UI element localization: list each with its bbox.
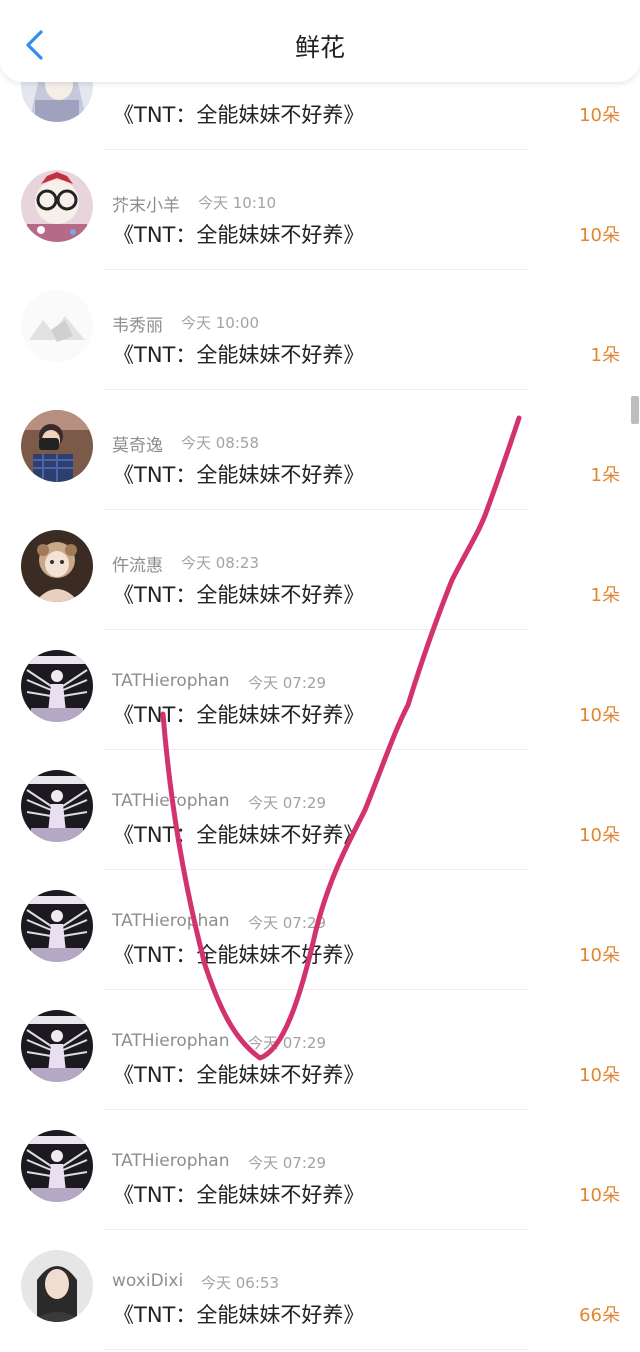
timestamp: 今天 10:10 <box>198 194 276 212</box>
timestamp: 今天 08:23 <box>181 554 259 572</box>
timestamp: 今天 07:29 <box>248 674 326 692</box>
flower-count: 10朵 <box>579 705 620 726</box>
avatar[interactable] <box>21 170 93 242</box>
timestamp: 今天 08:58 <box>181 434 259 452</box>
book-title: 《TNT：全能妹妹不好养》 <box>113 703 365 727</box>
divider <box>104 1349 528 1350</box>
avatar[interactable] <box>21 650 93 722</box>
book-title: 《TNT：全能妹妹不好养》 <box>113 223 365 247</box>
avatar[interactable] <box>21 1250 93 1322</box>
list-item[interactable]: TATHierophan 今天 07:29 《TNT：全能妹妹不好养》 10朵 <box>0 878 640 998</box>
page-title: 鲜花 <box>294 33 345 62</box>
avatar[interactable] <box>21 890 93 962</box>
timestamp: 今天 07:29 <box>248 914 326 932</box>
divider <box>104 989 528 990</box>
list-item[interactable]: TATHierophan 今天 07:29 《TNT：全能妹妹不好养》 10朵 <box>0 998 640 1118</box>
flower-count: 10朵 <box>579 825 620 846</box>
gift-record-list[interactable]: 《TNT：全能妹妹不好养》 10朵 芥末小羊 今天 10:10 《TNT：全能妹妹不好养… <box>0 38 640 1352</box>
top-bar: 鲜花 <box>0 0 640 82</box>
book-title: 《TNT：全能妹妹不好养》 <box>113 1303 365 1327</box>
avatar[interactable] <box>21 1130 93 1202</box>
list-item[interactable]: 韦秀丽 今天 10:00 《TNT：全能妹妹不好养》 1朵 <box>0 278 640 398</box>
list-item[interactable]: 仵流惠 今天 08:23 《TNT：全能妹妹不好养》 1朵 <box>0 518 640 638</box>
book-title: 《TNT：全能妹妹不好养》 <box>113 103 365 127</box>
flower-count: 10朵 <box>579 1185 620 1206</box>
divider <box>104 869 528 870</box>
username: 仵流惠 <box>112 556 163 576</box>
username: TATHierophan <box>112 911 230 931</box>
timestamp: 今天 06:53 <box>201 1274 279 1292</box>
divider <box>104 1109 528 1110</box>
flower-count: 1朵 <box>590 465 620 486</box>
username: 韦秀丽 <box>112 316 163 336</box>
divider <box>104 269 528 270</box>
list-item[interactable]: TATHierophan 今天 07:29 《TNT：全能妹妹不好养》 10朵 <box>0 758 640 878</box>
list-item[interactable]: 莫奇逸 今天 08:58 《TNT：全能妹妹不好养》 1朵 <box>0 398 640 518</box>
flower-count: 10朵 <box>579 1065 620 1086</box>
divider <box>104 749 528 750</box>
divider <box>104 629 528 630</box>
book-title: 《TNT：全能妹妹不好养》 <box>113 823 365 847</box>
list-item[interactable]: 芥末小羊 今天 10:10 《TNT：全能妹妹不好养》 10朵 <box>0 158 640 278</box>
timestamp: 今天 07:29 <box>248 794 326 812</box>
flower-count: 10朵 <box>579 105 620 126</box>
flower-count: 10朵 <box>579 945 620 966</box>
list-item[interactable]: TATHierophan 今天 07:29 《TNT：全能妹妹不好养》 10朵 <box>0 638 640 758</box>
timestamp: 今天 07:29 <box>248 1034 326 1052</box>
username: woxiDixi <box>112 1271 184 1291</box>
divider <box>104 1229 528 1230</box>
username: TATHierophan <box>112 671 230 691</box>
avatar[interactable] <box>21 530 93 602</box>
list-item[interactable]: TATHierophan 今天 07:29 《TNT：全能妹妹不好养》 10朵 <box>0 1118 640 1238</box>
username: 芥末小羊 <box>112 196 180 216</box>
divider <box>104 509 528 510</box>
flower-count: 10朵 <box>579 225 620 246</box>
book-title: 《TNT：全能妹妹不好养》 <box>113 943 365 967</box>
flower-count: 66朵 <box>579 1305 620 1326</box>
username: 莫奇逸 <box>112 436 163 456</box>
book-title: 《TNT：全能妹妹不好养》 <box>113 1183 365 1207</box>
divider <box>104 149 528 150</box>
avatar[interactable] <box>21 770 93 842</box>
avatar[interactable] <box>21 410 93 482</box>
scrollbar-thumb[interactable] <box>631 396 639 424</box>
timestamp: 今天 07:29 <box>248 1154 326 1172</box>
username: TATHierophan <box>112 1151 230 1171</box>
flower-list-page: 鲜花 《TNT：全能妹妹不好养》 10朵 芥末小羊 今天 10:10 《TNT：全能妹妹… <box>0 0 640 1352</box>
flower-count: 1朵 <box>590 585 620 606</box>
avatar[interactable] <box>21 1010 93 1082</box>
book-title: 《TNT：全能妹妹不好养》 <box>113 343 365 367</box>
avatar[interactable] <box>21 290 93 362</box>
flower-count: 1朵 <box>590 345 620 366</box>
book-title: 《TNT：全能妹妹不好养》 <box>113 583 365 607</box>
book-title: 《TNT：全能妹妹不好养》 <box>113 1063 365 1087</box>
timestamp: 今天 10:00 <box>181 314 259 332</box>
username: TATHierophan <box>112 791 230 811</box>
list-item[interactable]: woxiDixi 今天 06:53 《TNT：全能妹妹不好养》 66朵 <box>0 1238 640 1352</box>
divider <box>104 389 528 390</box>
username: TATHierophan <box>112 1031 230 1051</box>
book-title: 《TNT：全能妹妹不好养》 <box>113 463 365 487</box>
